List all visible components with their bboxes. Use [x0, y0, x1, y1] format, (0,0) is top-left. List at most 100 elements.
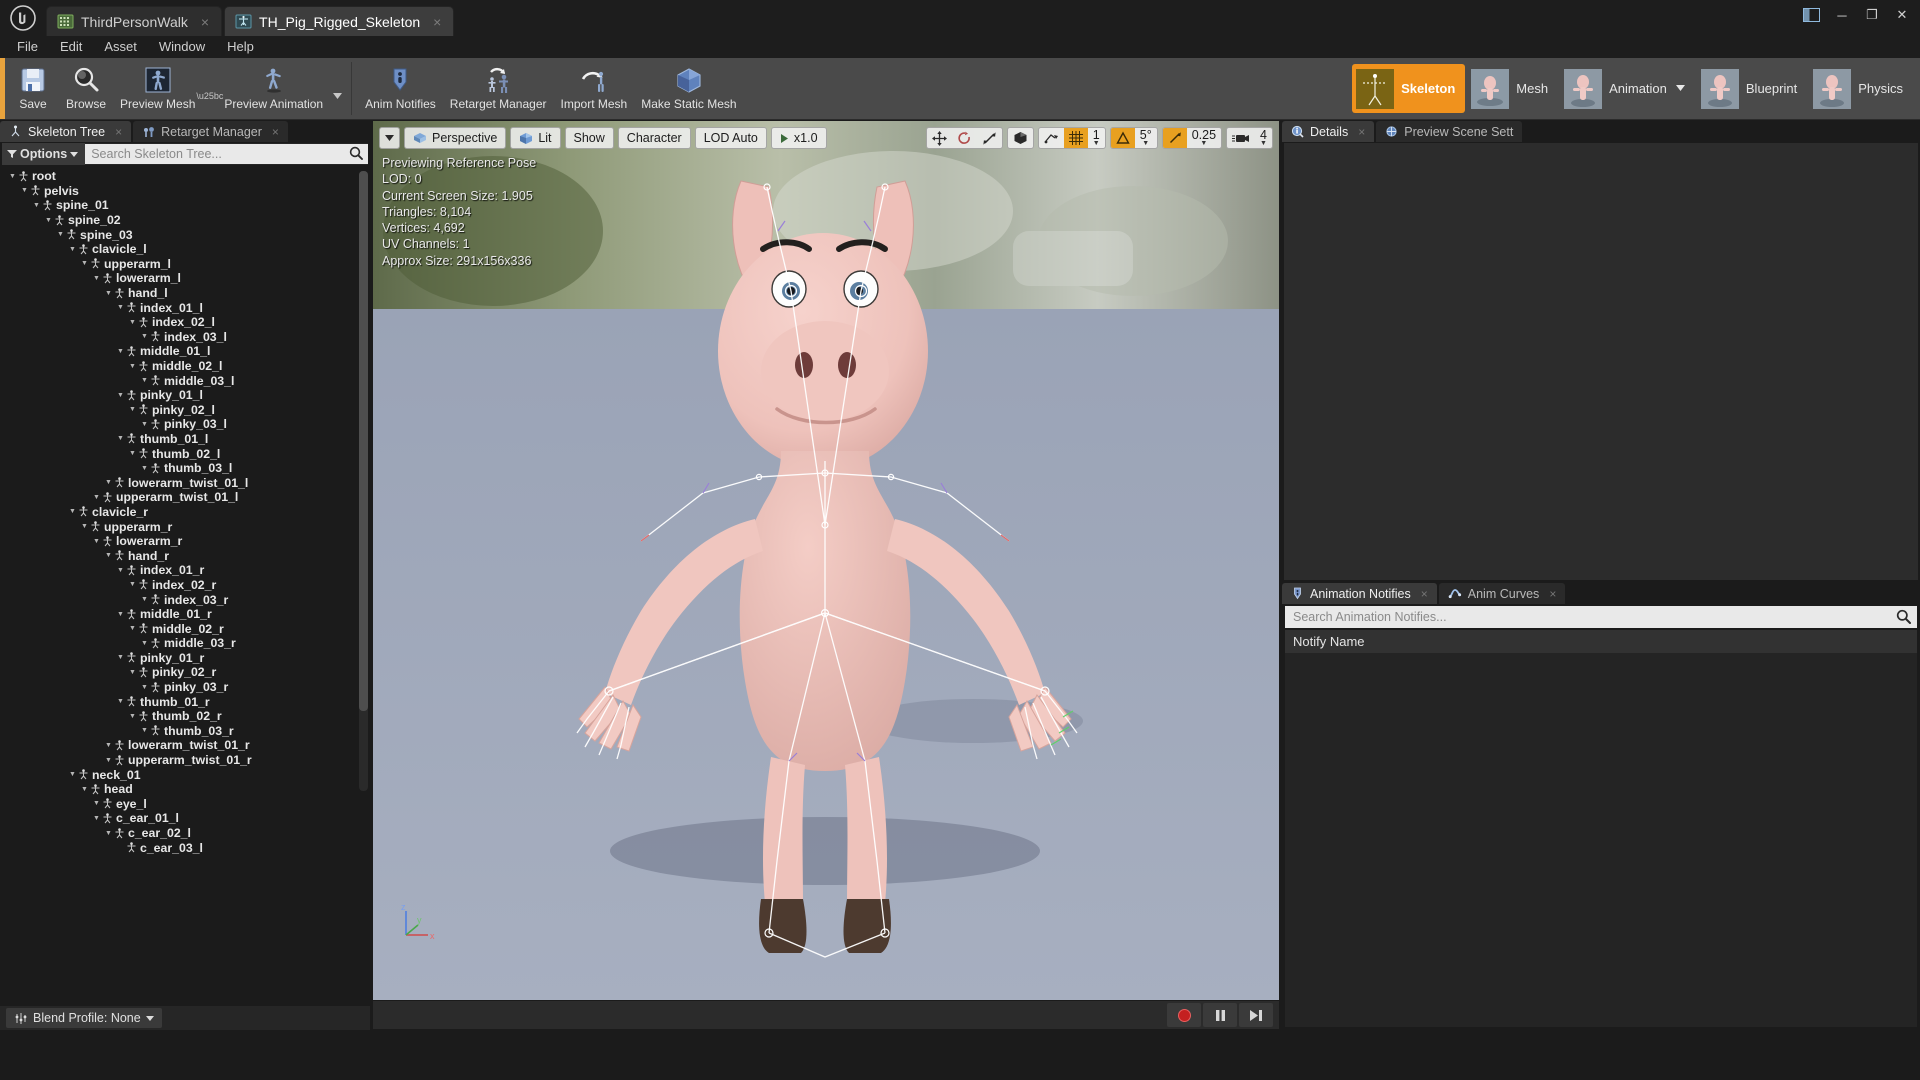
bone-tree-row[interactable]: ▼ pelvis [0, 184, 370, 199]
blend-profile-button[interactable]: Blend Profile: None [6, 1008, 162, 1028]
make-static-mesh-button[interactable]: Make Static Mesh [634, 58, 743, 119]
mode-animation[interactable]: Animation [1560, 64, 1695, 113]
bone-tree-row[interactable]: ▼ thumb_01_l [0, 432, 370, 447]
expander-icon[interactable]: ▼ [128, 713, 137, 720]
tab-preview-scene-settings[interactable]: Preview Scene Sett [1376, 121, 1523, 142]
tab-details[interactable]: Details × [1282, 121, 1375, 142]
close-icon[interactable]: × [1421, 587, 1428, 601]
layout-icon[interactable] [1796, 4, 1826, 26]
editor-tab-pig-skeleton[interactable]: TH_Pig_Rigged_Skeleton × [224, 6, 455, 36]
expander-icon[interactable]: ▼ [140, 421, 149, 428]
expander-icon[interactable]: ▼ [104, 830, 113, 837]
bone-tree-row[interactable]: ▼ root [0, 169, 370, 184]
expander-icon[interactable]: ▼ [128, 319, 137, 326]
close-icon[interactable]: × [115, 125, 122, 139]
bone-tree-row[interactable]: ▼ spine_02 [0, 213, 370, 228]
grid-snap-toggle[interactable] [1063, 128, 1088, 148]
bone-tree-row[interactable]: ▼ index_03_r [0, 592, 370, 607]
bone-tree-row[interactable]: ▼ pinky_02_r [0, 665, 370, 680]
world-space-button[interactable] [1008, 128, 1033, 148]
expander-icon[interactable]: ▼ [116, 654, 125, 661]
bone-tree-row[interactable]: ▼ neck_01 [0, 767, 370, 782]
expander-icon[interactable]: ▼ [140, 377, 149, 384]
rotation-snap-value[interactable]: 5° ▼ [1135, 128, 1157, 148]
bone-tree-row[interactable]: ▼ lowerarm_twist_01_r [0, 738, 370, 753]
expander-icon[interactable]: ▼ [128, 363, 137, 370]
grid-snap-value[interactable]: 1 ▼ [1088, 128, 1105, 148]
rotation-snap-toggle[interactable] [1110, 128, 1135, 148]
expander-icon[interactable]: ▼ [92, 800, 101, 807]
character-menu-button[interactable]: Character [617, 127, 691, 149]
bone-tree-row[interactable]: ▼ pinky_03_l [0, 417, 370, 432]
save-button[interactable]: Save [7, 58, 59, 119]
menu-window[interactable]: Window [148, 36, 216, 58]
bone-tree-row[interactable]: ▼ upperarm_r [0, 519, 370, 534]
expander-icon[interactable]: ▼ [116, 435, 125, 442]
close-icon[interactable]: × [433, 14, 441, 30]
bone-tree-row[interactable]: ▼ middle_01_l [0, 344, 370, 359]
view-mode-button[interactable]: Lit [510, 127, 561, 149]
import-mesh-button[interactable]: Import Mesh [554, 58, 635, 119]
expander-icon[interactable]: ▼ [104, 479, 113, 486]
expander-icon[interactable]: ▼ [140, 727, 149, 734]
preview-mesh-dropdown[interactable]: \u25bc [196, 58, 223, 119]
preview-animation-button[interactable]: Preview Animation [217, 58, 330, 119]
expander-icon[interactable]: ▼ [140, 640, 149, 647]
chevron-down-icon[interactable]: ▼ [1093, 140, 1100, 147]
record-button[interactable] [1167, 1003, 1201, 1027]
bone-tree-row[interactable]: ▼ pinky_03_r [0, 680, 370, 695]
scale-snap-toggle[interactable] [1162, 128, 1187, 148]
anim-notifies-button[interactable]: Anim Notifies [358, 58, 443, 119]
bone-tree-row[interactable]: ▼ thumb_01_r [0, 694, 370, 709]
surface-snap-button[interactable] [1039, 128, 1064, 148]
expander-icon[interactable]: ▼ [92, 538, 101, 545]
tab-anim-curves[interactable]: Anim Curves × [1438, 583, 1566, 604]
preview-mesh-button[interactable]: Preview Mesh [113, 58, 202, 119]
bone-tree-row[interactable]: ▼ eye_l [0, 797, 370, 812]
search-animation-notifies-input[interactable]: Search Animation Notifies... [1285, 606, 1917, 628]
maximize-button[interactable]: ❐ [1858, 4, 1886, 26]
tab-retarget-manager[interactable]: Retarget Manager × [133, 121, 288, 142]
mode-skeleton[interactable]: Skeleton [1352, 64, 1466, 113]
expander-icon[interactable]: ▼ [140, 596, 149, 603]
bone-tree-row[interactable]: ▼ upperarm_twist_01_r [0, 753, 370, 768]
browse-button[interactable]: Browse [59, 58, 113, 119]
menu-edit[interactable]: Edit [49, 36, 93, 58]
playback-speed-button[interactable]: x1.0 [770, 127, 827, 149]
bone-tree-row[interactable]: ▼ head [0, 782, 370, 797]
search-skeleton-tree-input[interactable]: Search Skeleton Tree... [85, 144, 368, 164]
bone-tree-row[interactable]: ▼ c_ear_02_l [0, 826, 370, 841]
mode-physics[interactable]: Physics [1809, 64, 1913, 113]
expander-icon[interactable]: ▼ [104, 757, 113, 764]
expander-icon[interactable]: ▼ [68, 246, 77, 253]
expander-icon[interactable]: ▼ [116, 567, 125, 574]
bone-tree-row[interactable]: ▼ thumb_03_l [0, 461, 370, 476]
bone-tree-row[interactable]: ▼ lowerarm_r [0, 534, 370, 549]
bone-tree-row[interactable]: ▼ lowerarm_l [0, 271, 370, 286]
bone-tree-row[interactable]: ▼ pinky_01_l [0, 388, 370, 403]
editor-tab-thirdpersonwalk[interactable]: ThirdPersonWalk × [46, 6, 223, 36]
expander-icon[interactable]: ▼ [140, 684, 149, 691]
bone-tree-row[interactable]: ▼ clavicle_l [0, 242, 370, 257]
close-icon[interactable]: × [1549, 587, 1556, 601]
details-content[interactable] [1284, 143, 1918, 580]
bone-tree-row[interactable]: ▼ spine_03 [0, 227, 370, 242]
notify-name-column-header[interactable]: Notify Name [1285, 630, 1917, 653]
expander-icon[interactable]: ▼ [116, 304, 125, 311]
preview-viewport[interactable]: Perspective Lit Show Character LOD Auto [373, 121, 1279, 1000]
menu-asset[interactable]: Asset [93, 36, 148, 58]
expander-icon[interactable]: ▼ [140, 333, 149, 340]
minimize-button[interactable]: ─ [1828, 4, 1856, 26]
close-icon[interactable]: × [272, 125, 279, 139]
expander-icon[interactable]: ▼ [92, 275, 101, 282]
bone-tree-row[interactable]: ▼ hand_r [0, 548, 370, 563]
expander-icon[interactable]: ▼ [32, 202, 41, 209]
show-menu-button[interactable]: Show [564, 127, 614, 149]
expander-icon[interactable]: ▼ [104, 290, 113, 297]
tab-animation-notifies[interactable]: Animation Notifies × [1282, 583, 1437, 604]
expander-icon[interactable]: ▼ [128, 669, 137, 676]
bone-tree-row[interactable]: ▼ pinky_02_l [0, 403, 370, 418]
camera-speed-icon-wrap[interactable] [1227, 128, 1255, 148]
viewport-options-menu[interactable] [379, 127, 400, 149]
bone-tree-row[interactable]: ▼ lowerarm_twist_01_l [0, 475, 370, 490]
